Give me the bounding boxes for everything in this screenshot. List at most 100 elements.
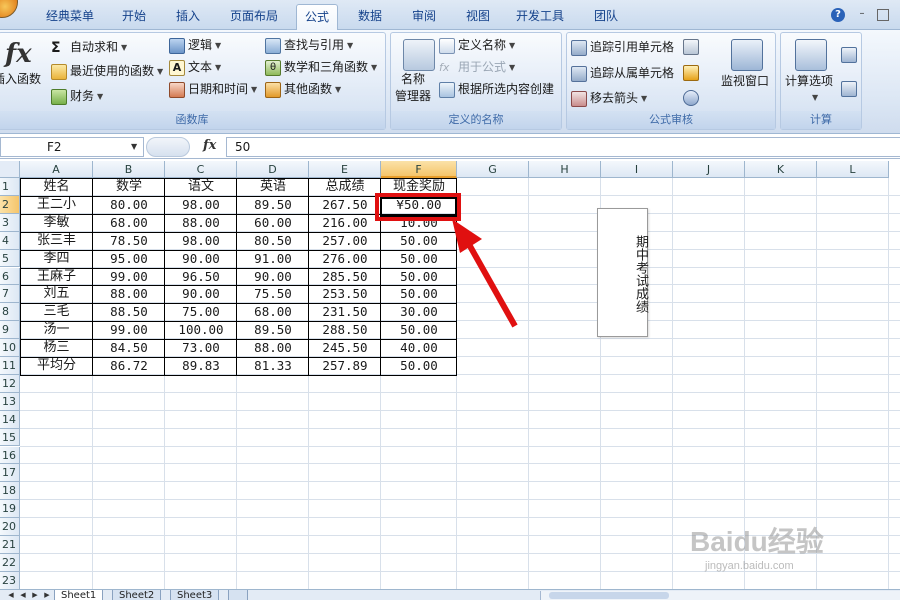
table-cell[interactable]: 李四 <box>20 250 93 268</box>
table-cell[interactable]: 89.50 <box>237 196 309 214</box>
table-cell[interactable]: 88.00 <box>93 285 165 303</box>
row-header-2[interactable]: 2 <box>0 195 20 214</box>
table-cell[interactable]: 张三丰 <box>20 232 93 250</box>
last-sheet-icon[interactable]: ▶ <box>42 590 52 600</box>
column-header-g[interactable]: G <box>457 161 529 178</box>
show-formulas-icon[interactable] <box>683 39 699 55</box>
table-cell[interactable]: 杨三 <box>20 339 93 357</box>
column-header-i[interactable]: I <box>601 161 673 178</box>
table-cell[interactable]: 90.00 <box>165 285 237 303</box>
row-header-12[interactable]: 12 <box>0 374 20 393</box>
create-from-selection-button[interactable]: 根据所选内容创建 <box>439 79 554 99</box>
row-header-6[interactable]: 6 <box>0 267 20 286</box>
table-cell[interactable]: 50.00 <box>381 321 457 339</box>
table-cell[interactable]: 96.50 <box>165 268 237 286</box>
table-cell[interactable]: 245.50 <box>309 339 381 357</box>
row-header-8[interactable]: 8 <box>0 303 20 322</box>
table-cell[interactable]: 50.00 <box>381 250 457 268</box>
table-cell[interactable]: 68.00 <box>237 303 309 321</box>
column-header-j[interactable]: J <box>673 161 745 178</box>
table-cell[interactable]: 253.50 <box>309 285 381 303</box>
use-in-formula-button[interactable]: fx 用于公式 ▼ <box>439 57 515 77</box>
table-cell[interactable]: 84.50 <box>93 339 165 357</box>
row-header-18[interactable]: 18 <box>0 482 20 501</box>
table-cell[interactable]: 231.50 <box>309 303 381 321</box>
calculate-now-icon[interactable] <box>841 47 857 63</box>
tab-classic-menu[interactable]: 经典菜单 <box>38 4 102 30</box>
scrollbar-thumb[interactable] <box>549 592 669 599</box>
table-cell[interactable]: 267.50 <box>309 196 381 214</box>
table-cell[interactable]: 90.00 <box>165 250 237 268</box>
select-all-corner[interactable] <box>0 161 20 178</box>
evaluate-formula-icon[interactable] <box>683 90 699 106</box>
row-header-5[interactable]: 5 <box>0 249 20 268</box>
row-header-23[interactable]: 23 <box>0 571 20 589</box>
sheet-tab-3[interactable]: Sheet3 <box>170 590 220 600</box>
column-header-c[interactable]: C <box>165 161 237 178</box>
row-header-3[interactable]: 3 <box>0 213 20 232</box>
name-box-dropdown-icon[interactable]: ▼ <box>131 142 137 151</box>
row-header-4[interactable]: 4 <box>0 231 20 250</box>
insert-function-fx-icon[interactable]: fx <box>203 138 216 153</box>
calculation-options-button[interactable]: 计算选项 <box>785 71 833 91</box>
table-cell[interactable]: 78.50 <box>93 232 165 250</box>
table-cell[interactable]: 285.50 <box>309 268 381 286</box>
datetime-button[interactable]: 日期和时间 ▼ <box>169 79 257 99</box>
table-cell[interactable]: 276.00 <box>309 250 381 268</box>
header-cell[interactable]: 语文 <box>165 178 237 196</box>
tab-formulas[interactable]: 公式 <box>296 4 339 31</box>
row-header-13[interactable]: 13 <box>0 392 20 411</box>
tab-page-layout[interactable]: 页面布局 <box>222 4 286 30</box>
table-cell[interactable]: 99.00 <box>93 268 165 286</box>
trace-dependents-button[interactable]: 追踪从属单元格 <box>571 63 674 83</box>
error-checking-icon[interactable] <box>683 65 699 81</box>
row-header-7[interactable]: 7 <box>0 285 20 304</box>
column-header-k[interactable]: K <box>745 161 817 178</box>
help-icon[interactable]: ? <box>831 8 845 22</box>
row-header-22[interactable]: 22 <box>0 553 20 572</box>
table-cell[interactable]: 50.00 <box>381 285 457 303</box>
table-cell[interactable]: 王麻子 <box>20 268 93 286</box>
table-cell[interactable]: 50.00 <box>381 268 457 286</box>
header-cell[interactable]: 总成绩 <box>309 178 381 196</box>
sheet-tab-1[interactable]: Sheet1 <box>54 590 104 600</box>
table-cell[interactable]: 89.83 <box>165 357 237 375</box>
name-manager-button[interactable]: 管理器 <box>395 88 431 104</box>
row-header-15[interactable]: 15 <box>0 428 20 447</box>
column-header-a[interactable]: A <box>20 161 93 178</box>
table-cell[interactable]: 99.00 <box>93 321 165 339</box>
tab-home[interactable]: 开始 <box>114 4 154 30</box>
table-cell[interactable]: 汤一 <box>20 321 93 339</box>
row-header-21[interactable]: 21 <box>0 536 20 554</box>
first-sheet-icon[interactable]: ◀ <box>6 590 16 600</box>
row-header-14[interactable]: 14 <box>0 410 20 429</box>
tab-team[interactable]: 团队 <box>586 4 626 30</box>
table-cell[interactable]: 75.50 <box>237 285 309 303</box>
table-cell[interactable]: 50.00 <box>381 232 457 250</box>
table-cell[interactable]: 98.00 <box>165 232 237 250</box>
minimize-icon[interactable]: – <box>856 9 868 21</box>
recent-functions-button[interactable]: 最近使用的函数 ▼ <box>51 61 163 81</box>
table-cell[interactable]: 98.00 <box>165 196 237 214</box>
define-name-button[interactable]: 定义名称 ▼ <box>439 35 515 55</box>
name-box[interactable]: F2 <box>0 137 144 157</box>
table-cell[interactable]: 80.50 <box>237 232 309 250</box>
row-header-1[interactable]: 1 <box>0 178 20 196</box>
table-cell[interactable]: 30.00 <box>381 303 457 321</box>
formula-input[interactable]: 50 <box>226 137 900 157</box>
row-header-10[interactable]: 10 <box>0 339 20 357</box>
insert-sheet-icon[interactable] <box>228 590 248 600</box>
lookup-button[interactable]: 查找与引用 ▼ <box>265 35 353 55</box>
office-button[interactable] <box>0 0 18 18</box>
table-cell[interactable]: 257.00 <box>309 232 381 250</box>
tab-developer[interactable]: 开发工具 <box>508 4 572 30</box>
table-cell[interactable]: 平均分 <box>20 357 93 375</box>
horizontal-scrollbar[interactable] <box>540 591 900 600</box>
other-functions-button[interactable]: 其他函数 ▼ <box>265 79 341 99</box>
table-cell[interactable]: 68.00 <box>93 214 165 232</box>
table-cell[interactable]: 257.89 <box>309 357 381 375</box>
header-cell[interactable]: 英语 <box>237 178 309 196</box>
table-cell[interactable]: 95.00 <box>93 250 165 268</box>
row-header-20[interactable]: 20 <box>0 518 20 536</box>
table-cell[interactable]: 89.50 <box>237 321 309 339</box>
